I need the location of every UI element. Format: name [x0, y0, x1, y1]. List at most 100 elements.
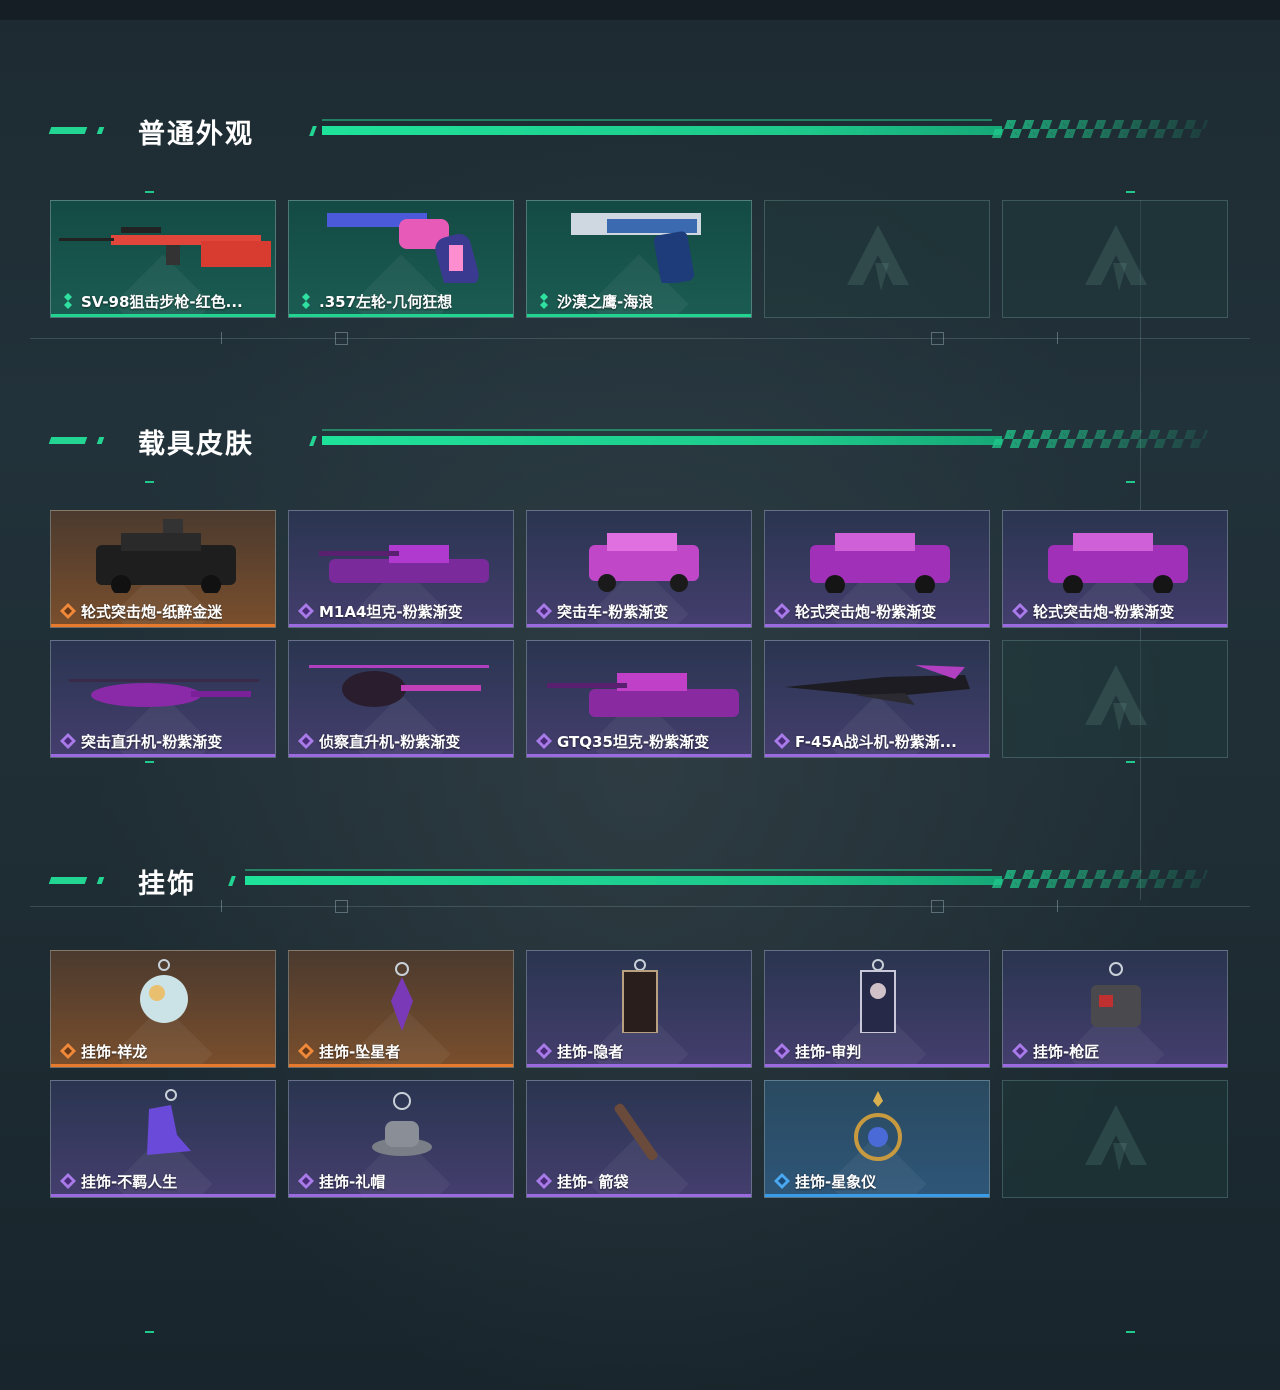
rarity-bar — [527, 1064, 751, 1067]
skin-card[interactable]: 挂饰-枪匠 — [1002, 950, 1228, 1068]
item-label: 突击车-粉紫渐变 — [535, 601, 668, 621]
rarity-bar — [1003, 624, 1227, 627]
tank-icon — [547, 673, 739, 717]
item-label: M1A4坦克-粉紫渐变 — [297, 601, 463, 621]
item-name: 侦察直升机-粉紫渐变 — [319, 732, 461, 751]
card-charm-icon — [860, 959, 896, 1033]
rarity-bar — [51, 754, 275, 757]
rarity-icon — [60, 1043, 76, 1059]
scout-helicopter-icon — [309, 665, 489, 707]
rarity-bar — [527, 314, 751, 317]
empty-slot — [1002, 200, 1228, 318]
item-name: 挂饰- 箭袋 — [557, 1172, 629, 1191]
rarity-icon — [298, 1173, 314, 1189]
skin-card[interactable]: 挂饰-礼帽 — [288, 1080, 514, 1198]
section-header-vehicle-skins: 载具皮肤 — [0, 420, 1280, 460]
item-name: 突击直升机-粉紫渐变 — [81, 732, 223, 751]
header-thin-line — [245, 869, 992, 871]
rarity-bar — [765, 754, 989, 757]
skin-card[interactable]: 轮式突击炮-粉紫渐变 — [1002, 510, 1228, 628]
skin-card[interactable]: 挂饰-星象仪 — [764, 1080, 990, 1198]
header-stripe — [48, 877, 88, 884]
dragon-charm-icon — [140, 959, 188, 1023]
armored-car-icon — [96, 519, 236, 593]
rarity-icon — [1012, 603, 1028, 619]
item-name: 轮式突击炮-粉紫渐变 — [1033, 602, 1175, 621]
item-name: 突击车-粉紫渐变 — [557, 602, 669, 621]
skin-card[interactable]: 沙漠之鹰-海浪 — [526, 200, 752, 318]
item-label: 轮式突击炮-粉紫渐变 — [773, 601, 936, 621]
attack-helicopter-icon — [69, 679, 259, 707]
rarity-bar — [51, 1194, 275, 1197]
item-label: 挂饰-枪匠 — [1011, 1041, 1099, 1061]
rarity-icon — [64, 293, 72, 309]
item-label: 轮式突击炮-粉紫渐变 — [1011, 601, 1174, 621]
section-header-common-skins: 普通外观 — [0, 110, 1280, 150]
rarity-bar — [1003, 1064, 1227, 1067]
header-slash — [309, 126, 317, 136]
item-label: 突击直升机-粉紫渐变 — [59, 731, 222, 751]
revolver-icon — [327, 213, 479, 283]
rarity-bar — [289, 624, 513, 627]
hud-dash — [1126, 1331, 1135, 1333]
skin-card[interactable]: 挂饰- 箭袋 — [526, 1080, 752, 1198]
rarity-icon — [60, 1173, 76, 1189]
skin-card[interactable]: 突击直升机-粉紫渐变 — [50, 640, 276, 758]
item-label: 挂饰-礼帽 — [297, 1171, 385, 1191]
header-thin-line — [322, 429, 992, 431]
hud-square — [335, 332, 348, 345]
hud-dash — [1126, 481, 1135, 483]
item-name: M1A4坦克-粉紫渐变 — [319, 602, 463, 621]
item-label: 挂饰-坠星者 — [297, 1041, 400, 1061]
rarity-icon — [298, 1043, 314, 1059]
rarity-icon — [60, 733, 76, 749]
skin-card[interactable]: GTQ35坦克-粉紫渐变 — [526, 640, 752, 758]
rarity-bar — [527, 1194, 751, 1197]
skin-card[interactable]: F-45A战斗机-粉紫渐... — [764, 640, 990, 758]
header-stripe — [48, 127, 88, 134]
hud-dash — [145, 191, 154, 193]
header-stripe — [96, 877, 105, 884]
item-label: GTQ35坦克-粉紫渐变 — [535, 731, 709, 751]
rarity-icon — [1012, 1043, 1028, 1059]
item-label: 挂饰-不羁人生 — [59, 1171, 177, 1191]
pistol-icon — [571, 213, 701, 283]
rarity-icon — [298, 733, 314, 749]
hud-square — [335, 900, 348, 913]
fighter-jet-icon — [785, 665, 970, 705]
rarity-icon — [536, 603, 552, 619]
item-label: 轮式突击炮-纸醉金迷 — [59, 601, 222, 621]
item-name: 轮式突击炮-纸醉金迷 — [81, 602, 223, 621]
skin-card[interactable]: M1A4坦克-粉紫渐变 — [288, 510, 514, 628]
card-charm-icon — [622, 959, 658, 1033]
item-label: 挂饰-祥龙 — [59, 1041, 147, 1061]
hud-tick — [1057, 900, 1058, 912]
item-label: 挂饰-星象仪 — [773, 1171, 876, 1191]
skin-card[interactable]: .357左轮-几何狂想 — [288, 200, 514, 318]
skin-card[interactable]: 突击车-粉紫渐变 — [526, 510, 752, 628]
skin-card[interactable]: 轮式突击炮-纸醉金迷 — [50, 510, 276, 628]
header-stripe — [96, 437, 105, 444]
skin-card[interactable]: 轮式突击炮-粉紫渐变 — [764, 510, 990, 628]
rarity-icon — [298, 603, 314, 619]
empty-slot — [764, 200, 990, 318]
skin-card[interactable]: 挂饰-隐者 — [526, 950, 752, 1068]
top-bar — [0, 0, 1280, 20]
rarity-bar — [527, 624, 751, 627]
skin-card[interactable]: 挂饰-坠星者 — [288, 950, 514, 1068]
hud-tick — [221, 332, 222, 344]
hat-charm-icon — [372, 1092, 432, 1156]
skin-card[interactable]: SV-98狙击步枪-红色... — [50, 200, 276, 318]
rarity-icon — [60, 603, 76, 619]
skin-card[interactable]: 挂饰-祥龙 — [50, 950, 276, 1068]
header-stripe — [96, 127, 105, 134]
item-name: 挂饰-礼帽 — [319, 1172, 386, 1191]
skin-card[interactable]: 挂饰-不羁人生 — [50, 1080, 276, 1198]
skin-card[interactable]: 侦察直升机-粉紫渐变 — [288, 640, 514, 758]
item-name: 挂饰-审判 — [795, 1042, 862, 1061]
astrolabe-charm-icon — [854, 1091, 902, 1161]
skin-card[interactable]: 挂饰-审判 — [764, 950, 990, 1068]
rarity-icon — [774, 1043, 790, 1059]
item-name: F-45A战斗机-粉紫渐... — [795, 732, 957, 751]
vest-charm-icon — [1091, 962, 1141, 1027]
